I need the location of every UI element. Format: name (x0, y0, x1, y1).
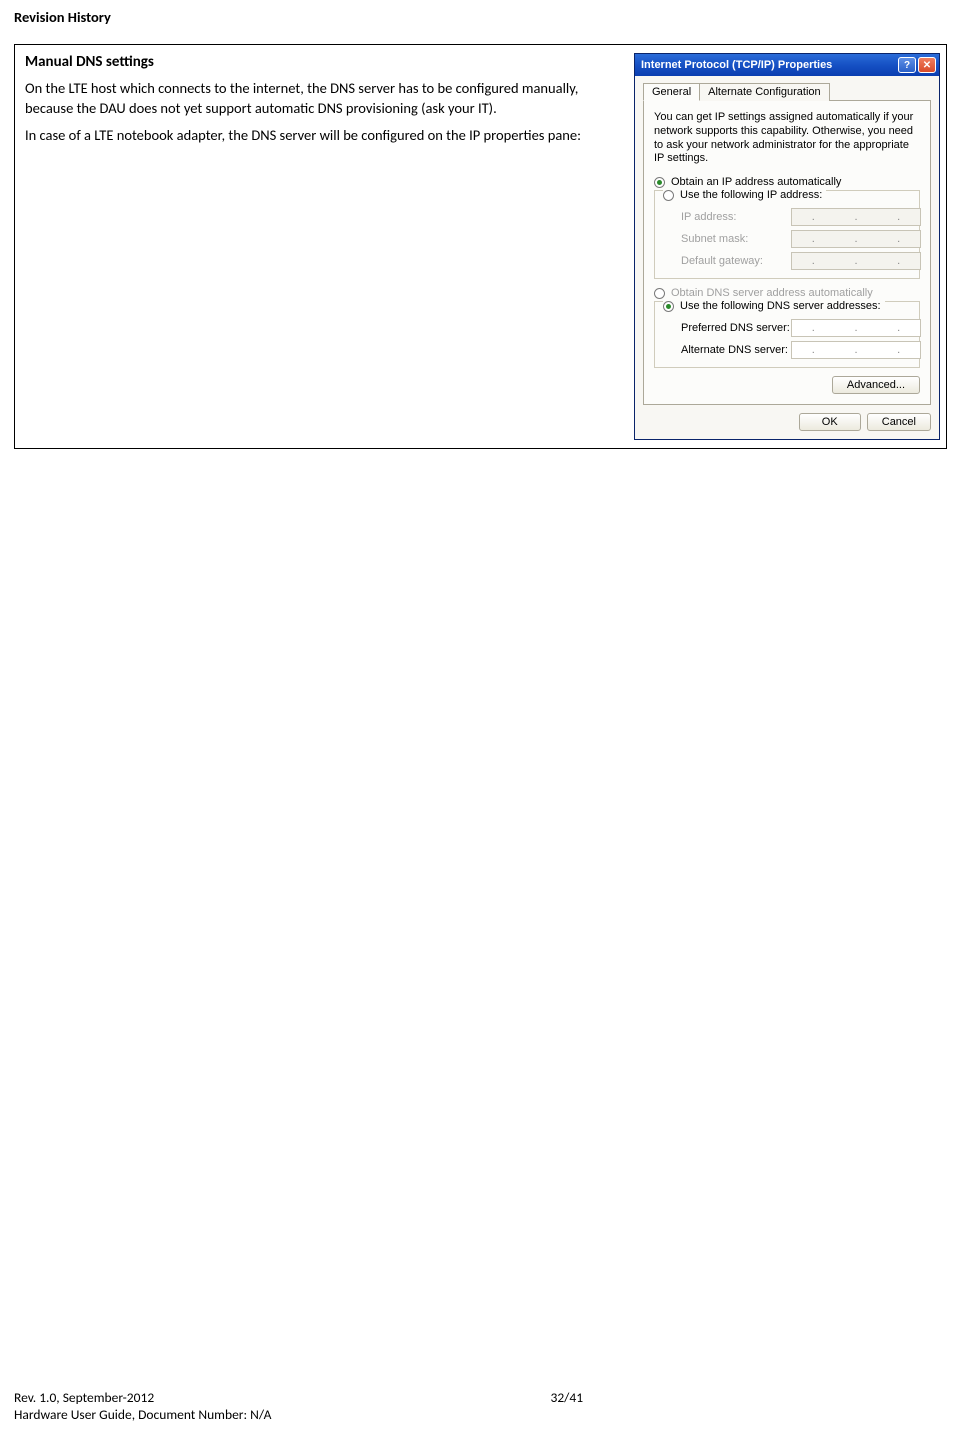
ok-button[interactable]: OK (799, 413, 861, 431)
label-alternate-dns: Alternate DNS server: (681, 344, 791, 356)
radio-label: Use the following DNS server addresses: (680, 300, 881, 312)
paragraph-1: On the LTE host which connects to the in… (25, 79, 624, 118)
tab-pane-general: You can get IP settings assigned automat… (643, 101, 931, 405)
tab-strip: General Alternate Configuration (643, 82, 931, 101)
section-title: Manual DNS settings (25, 53, 624, 71)
content-box: Manual DNS settings On the LTE host whic… (14, 44, 947, 449)
page-footer: Rev. 1.0, September-2012 Hardware User G… (14, 1389, 947, 1423)
footer-guide: Hardware User Guide, Document Number: N/… (14, 1406, 411, 1423)
radio-label: Obtain DNS server address automatically (671, 287, 873, 299)
cancel-button[interactable]: Cancel (867, 413, 931, 431)
tab-alternate-configuration[interactable]: Alternate Configuration (699, 83, 830, 101)
dialog-titlebar: Internet Protocol (TCP/IP) Properties ? … (635, 54, 939, 76)
radio-icon (663, 301, 674, 312)
ip-fieldset: Use the following IP address: IP address… (654, 190, 920, 279)
input-default-gateway: ... (791, 252, 921, 270)
dialog-body: General Alternate Configuration You can … (635, 76, 939, 439)
radio-dns-manual[interactable]: Use the following DNS server addresses: (663, 300, 885, 312)
radio-dns-auto[interactable]: Obtain DNS server address automatically (654, 287, 920, 299)
radio-label: Use the following IP address: (680, 189, 822, 201)
dialog-footer: OK Cancel (643, 413, 931, 431)
radio-ip-auto[interactable]: Obtain an IP address automatically (654, 176, 920, 188)
radio-icon (654, 288, 665, 299)
intro-text: You can get IP settings assigned automat… (654, 111, 920, 166)
footer-revision: Rev. 1.0, September-2012 (14, 1389, 411, 1406)
label-preferred-dns: Preferred DNS server: (681, 322, 791, 334)
paragraph-2: In case of a LTE notebook adapter, the D… (25, 126, 624, 146)
page-header: Revision History (14, 8, 947, 26)
text-column: Manual DNS settings On the LTE host whic… (21, 53, 634, 154)
label-subnet-mask: Subnet mask: (681, 233, 791, 245)
radio-icon (654, 177, 665, 188)
close-button[interactable]: ✕ (918, 57, 936, 73)
input-alternate-dns[interactable]: ... (791, 341, 921, 359)
footer-page-number: 32/41 (411, 1389, 948, 1423)
dialog-title: Internet Protocol (TCP/IP) Properties (641, 59, 896, 71)
advanced-button[interactable]: Advanced... (832, 376, 920, 394)
label-default-gateway: Default gateway: (681, 255, 791, 267)
tab-general[interactable]: General (643, 83, 700, 101)
tcpip-properties-dialog: Internet Protocol (TCP/IP) Properties ? … (634, 53, 940, 440)
radio-label: Obtain an IP address automatically (671, 176, 841, 188)
input-ip-address: ... (791, 208, 921, 226)
input-subnet-mask: ... (791, 230, 921, 248)
label-ip-address: IP address: (681, 211, 791, 223)
input-preferred-dns[interactable]: ... (791, 319, 921, 337)
radio-ip-manual[interactable]: Use the following IP address: (663, 189, 826, 201)
dns-fieldset: Use the following DNS server addresses: … (654, 301, 920, 368)
help-button[interactable]: ? (898, 57, 916, 73)
radio-icon (663, 190, 674, 201)
